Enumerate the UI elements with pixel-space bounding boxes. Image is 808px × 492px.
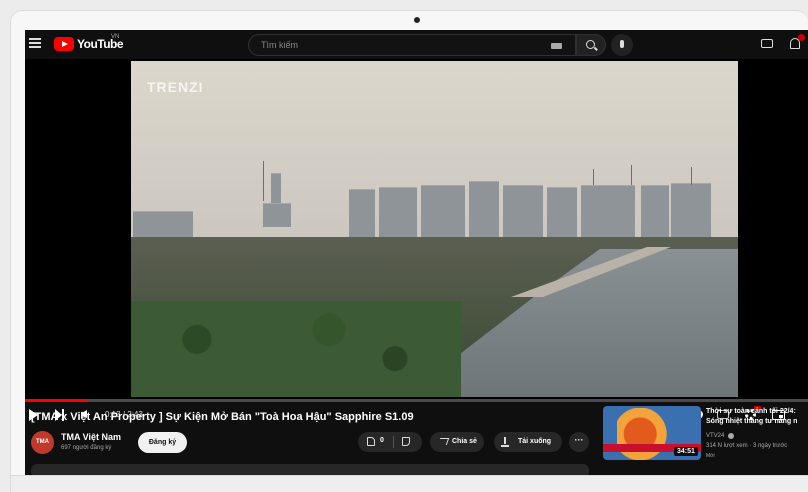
- apartment-building: [503, 185, 543, 237]
- video-frame[interactable]: TRENZI: [131, 61, 738, 397]
- recommended-title-line1: Thời sự toàn cảnh tối 22/4:: [706, 408, 796, 415]
- search-placeholder: Tìm kiếm: [261, 40, 298, 50]
- download-button[interactable]: Tải xuống: [494, 432, 562, 452]
- hamburger-menu-icon[interactable]: [29, 38, 41, 48]
- download-icon: [501, 437, 508, 447]
- webcam-dot: [414, 17, 420, 23]
- recommended-title-line2: Sóng nhiệt tháng tư nắng n: [706, 418, 798, 425]
- country-code: VN: [111, 34, 120, 40]
- laptop-frame: YouTube VN Tìm kiếm TRENZI 0:13 / 2:43 […: [10, 10, 808, 492]
- apartment-building: [469, 181, 499, 237]
- apartment-building: [349, 189, 375, 237]
- like-count[interactable]: 0: [380, 437, 384, 444]
- keyboard-icon[interactable]: [551, 43, 562, 49]
- more-actions-button[interactable]: ···: [569, 432, 589, 452]
- recommended-video-thumbnail[interactable]: 34:51: [603, 406, 701, 460]
- subscribe-button[interactable]: Đăng ký: [138, 432, 187, 453]
- youtube-window: YouTube VN Tìm kiếm TRENZI 0:13 / 2:43 […: [25, 30, 808, 476]
- search-button[interactable]: [576, 34, 606, 56]
- voice-search-button[interactable]: [611, 34, 633, 56]
- share-button[interactable]: Chia sẻ: [430, 432, 484, 452]
- search-input[interactable]: Tìm kiếm: [248, 34, 576, 56]
- video-title: [TMA x Việt An Property ] Sự Kiện Mở Bán…: [31, 411, 414, 423]
- youtube-logo-icon[interactable]: [54, 37, 74, 51]
- like-divider: [393, 436, 394, 448]
- channel-avatar[interactable]: TMA: [31, 431, 54, 454]
- video-duration: 34:51: [674, 447, 698, 456]
- top-bar: YouTube VN Tìm kiếm: [25, 30, 808, 59]
- apartment-building: [547, 187, 577, 237]
- new-badge: Mới: [706, 453, 715, 459]
- apartment-building: [671, 183, 711, 237]
- construction-crane: [263, 161, 264, 201]
- apartment-building: [421, 185, 465, 237]
- recommended-video-meta: 314 N lượt xem · 3 ngày trước: [706, 443, 788, 449]
- like-dislike-group: 0: [358, 432, 422, 452]
- notification-badge: [798, 34, 805, 41]
- video-player[interactable]: TRENZI 0:13 / 2:43: [25, 59, 808, 421]
- construction-crane: [593, 169, 594, 185]
- subscriber-count: 697 người đăng ký: [61, 445, 112, 451]
- dislike-icon[interactable]: [402, 437, 410, 446]
- progress-bar[interactable]: [25, 399, 808, 402]
- share-icon: [437, 438, 450, 445]
- verified-icon: [728, 433, 734, 439]
- video-trees: [131, 301, 461, 397]
- tower-building: [263, 203, 291, 227]
- create-video-icon[interactable]: [761, 39, 773, 48]
- laptop-bottom-bezel: [11, 475, 808, 492]
- recommended-video-title[interactable]: Thời sự toàn cảnh tối 22/4: Sóng nhiệt t…: [706, 407, 808, 427]
- download-label: Tải xuống: [518, 438, 552, 445]
- construction-crane: [691, 167, 692, 185]
- like-icon[interactable]: [367, 437, 375, 446]
- construction-crane: [631, 165, 632, 185]
- video-watermark: TRENZI: [147, 79, 204, 95]
- progress-fill: [25, 399, 88, 402]
- thumbnail-heatmap: [617, 408, 675, 460]
- share-label: Chia sẻ: [452, 438, 477, 445]
- recommended-channel-name[interactable]: VTV24: [706, 433, 724, 439]
- apartment-building: [379, 187, 417, 237]
- apartment-building: [641, 185, 669, 237]
- low-building: [133, 211, 193, 237]
- apartment-building: [581, 185, 635, 237]
- channel-name[interactable]: TMA Việt Nam: [61, 432, 121, 442]
